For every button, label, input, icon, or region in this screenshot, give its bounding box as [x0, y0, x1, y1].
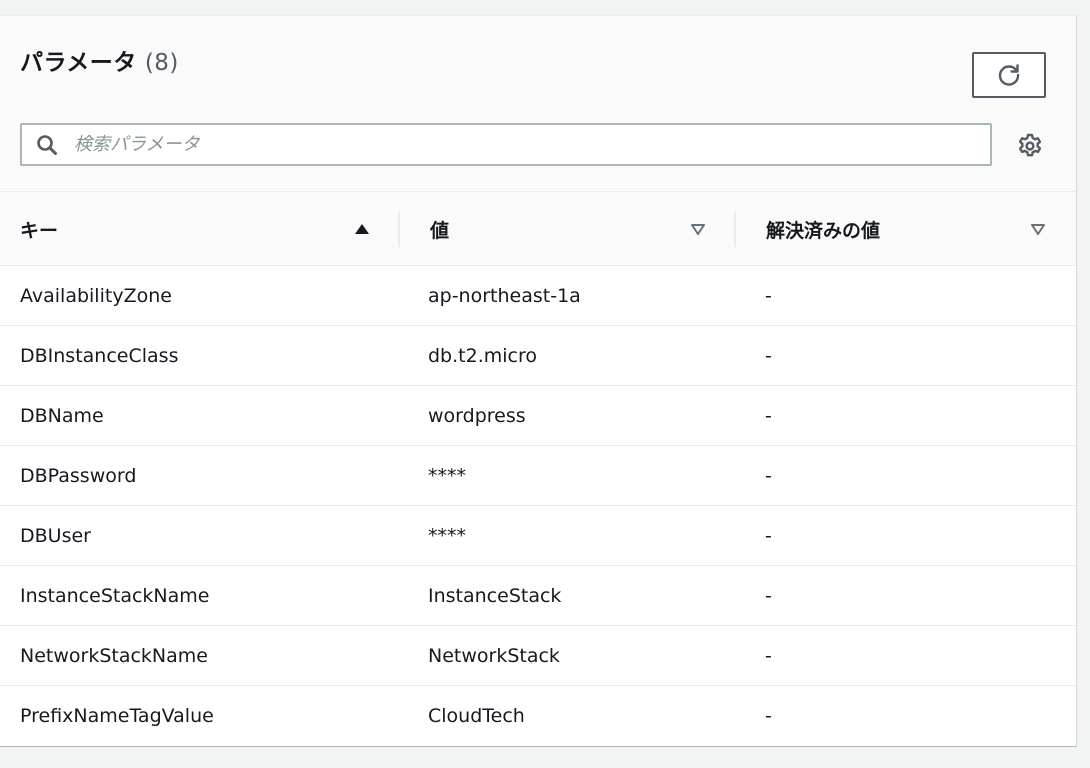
column-divider[interactable] — [734, 211, 736, 247]
panel-title: パラメータ (8) — [20, 43, 179, 77]
cell-key: DBName — [20, 404, 104, 427]
cell-value: ap-northeast-1a — [428, 284, 581, 307]
search-box[interactable] — [20, 123, 992, 166]
cell-resolved-value: - — [765, 644, 772, 667]
column-header-label: 値 — [430, 219, 450, 242]
cell-resolved-value: - — [765, 584, 772, 607]
table-body: AvailabilityZone ap-northeast-1a - DBIns… — [0, 266, 1076, 746]
cell-key: PrefixNameTagValue — [20, 704, 214, 727]
cell-key: DBUser — [20, 524, 91, 547]
gear-icon[interactable] — [1016, 132, 1044, 160]
table-row: DBUser **** - — [0, 506, 1076, 566]
table-row: AvailabilityZone ap-northeast-1a - — [0, 266, 1076, 326]
table-row: InstanceStackName InstanceStack - — [0, 566, 1076, 626]
cell-resolved-value: - — [765, 464, 772, 487]
refresh-button[interactable] — [972, 52, 1046, 98]
cell-resolved-value: - — [765, 704, 772, 727]
panel-header: パラメータ (8) — [0, 16, 1076, 192]
cell-resolved-value: - — [765, 524, 772, 547]
column-header-label: 解決済みの値 — [766, 219, 881, 242]
parameters-panel: パラメータ (8) キー — [0, 15, 1077, 747]
search-input[interactable] — [74, 125, 974, 164]
table-header: キー 値 解決済みの値 — [0, 192, 1076, 266]
cell-resolved-value: - — [765, 404, 772, 427]
column-header-key[interactable]: キー — [20, 192, 58, 266]
table-row: PrefixNameTagValue CloudTech - — [0, 686, 1076, 746]
table-row: NetworkStackName NetworkStack - — [0, 626, 1076, 686]
cell-key: DBInstanceClass — [20, 344, 179, 367]
table-row: DBName wordpress - — [0, 386, 1076, 446]
column-header-resolved[interactable]: 解決済みの値 — [766, 192, 880, 266]
cell-resolved-value: - — [765, 284, 772, 307]
cell-key: NetworkStackName — [20, 644, 208, 667]
refresh-icon — [998, 64, 1020, 86]
cell-key: InstanceStackName — [20, 584, 210, 607]
cell-resolved-value: - — [765, 344, 772, 367]
column-divider[interactable] — [398, 211, 400, 247]
panel-title-text: パラメータ — [20, 50, 137, 76]
cell-value: InstanceStack — [428, 584, 562, 607]
column-header-value[interactable]: 値 — [430, 192, 449, 266]
table-row: DBInstanceClass db.t2.micro - — [0, 326, 1076, 386]
cell-value: **** — [428, 464, 466, 487]
search-icon — [37, 135, 57, 155]
cell-key: DBPassword — [20, 464, 137, 487]
table-row: DBPassword **** - — [0, 446, 1076, 506]
sort-descending-outline-icon[interactable] — [1029, 221, 1047, 237]
cell-value: **** — [428, 524, 466, 547]
cell-value: wordpress — [428, 404, 526, 427]
sort-ascending-icon[interactable] — [353, 221, 371, 237]
cell-value: db.t2.micro — [428, 344, 537, 367]
column-header-label: キー — [20, 219, 59, 242]
cell-key: AvailabilityZone — [20, 284, 172, 307]
sort-descending-outline-icon[interactable] — [689, 221, 707, 237]
cell-value: CloudTech — [428, 704, 525, 727]
panel-title-count: (8) — [144, 50, 179, 76]
cell-value: NetworkStack — [428, 644, 560, 667]
